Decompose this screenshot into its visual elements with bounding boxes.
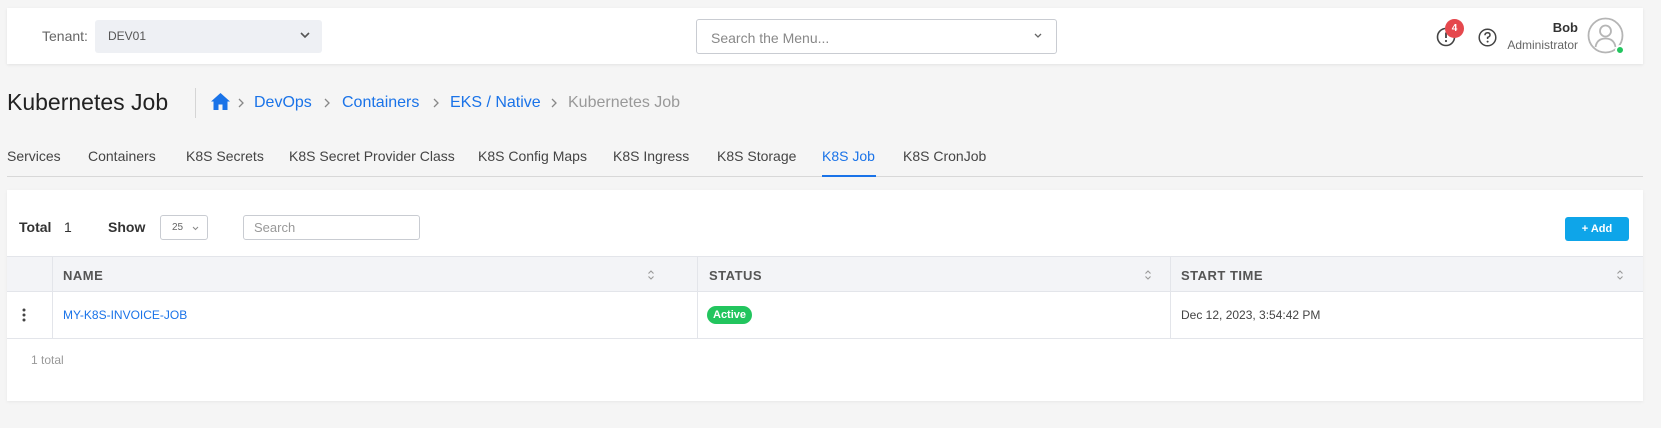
page-size-value: 25	[172, 222, 184, 233]
breadcrumb-current: Kubernetes Job	[568, 94, 681, 111]
tenant-select[interactable]: DEV01	[95, 20, 322, 53]
column-header-start-time[interactable]: START TIME	[1181, 268, 1263, 283]
chevron-right-icon	[238, 98, 244, 108]
total-label: Total	[19, 219, 52, 235]
home-icon[interactable]	[210, 92, 231, 111]
show-label: Show	[108, 219, 146, 235]
tab-k8s-config-maps[interactable]: K8S Config Maps	[478, 148, 587, 164]
active-tab-indicator	[822, 175, 876, 177]
page-title: Kubernetes Job	[7, 89, 169, 115]
tab-k8s-storage[interactable]: K8S Storage	[717, 148, 796, 164]
tab-k8s-job[interactable]: K8S Job	[822, 148, 875, 164]
more-actions-icon[interactable]	[22, 308, 26, 322]
help-icon[interactable]	[1477, 27, 1498, 48]
job-name-link[interactable]: MY-K8S-INVOICE-JOB	[63, 308, 187, 322]
tab-k8s-secret-provider-class[interactable]: K8S Secret Provider Class	[289, 148, 455, 164]
menu-search-select[interactable]: Search the Menu...	[696, 19, 1057, 54]
column-header-name[interactable]: NAME	[63, 268, 103, 283]
job-list-card: Total 1 Show 25 + Add NAME STATUS START …	[7, 190, 1643, 401]
alert-count-badge: 4	[1445, 19, 1464, 38]
tenant-value: DEV01	[108, 29, 147, 43]
tab-k8s-ingress[interactable]: K8S Ingress	[613, 148, 689, 164]
tenant-label: Tenant:	[42, 28, 88, 44]
chevron-right-icon	[551, 98, 557, 108]
page-size-select[interactable]: 25	[160, 215, 208, 240]
menu-search-placeholder: Search the Menu...	[711, 30, 830, 46]
user-name: Bob	[1552, 20, 1578, 35]
table-search-input[interactable]	[243, 215, 420, 240]
table-header: NAME STATUS START TIME	[7, 256, 1643, 292]
tab-containers[interactable]: Containers	[88, 148, 156, 164]
chevron-right-icon	[324, 98, 330, 108]
tab-k8s-cronjob[interactable]: K8S CronJob	[903, 148, 986, 164]
top-header-bar: Tenant: DEV01 Search the Menu... 4 Bob A…	[7, 8, 1643, 64]
table-footer-total: 1 total	[31, 353, 64, 367]
start-time-value: Dec 12, 2023, 3:54:42 PM	[1181, 308, 1321, 322]
chevron-down-icon	[192, 226, 199, 231]
add-button[interactable]: + Add	[1565, 217, 1629, 241]
chevron-down-icon	[1034, 33, 1042, 38]
breadcrumb-eks-native[interactable]: EKS / Native	[450, 94, 541, 112]
tab-k8s-secrets[interactable]: K8S Secrets	[186, 148, 264, 164]
breadcrumb-devops[interactable]: DevOps	[254, 94, 312, 112]
sort-icon[interactable]	[647, 269, 655, 281]
status-badge: Active	[707, 306, 753, 324]
title-divider	[195, 88, 196, 118]
breadcrumb-containers[interactable]: Containers	[342, 94, 419, 112]
chevron-right-icon	[433, 98, 439, 108]
chevron-down-icon	[300, 32, 310, 39]
tab-services[interactable]: Services	[7, 148, 61, 164]
sort-icon[interactable]	[1616, 269, 1624, 281]
column-header-status[interactable]: STATUS	[709, 268, 762, 283]
user-role: Administrator	[1507, 38, 1578, 52]
total-count: 1	[64, 219, 72, 235]
online-status-dot	[1615, 45, 1625, 55]
sort-icon[interactable]	[1144, 269, 1152, 281]
table-row: MY-K8S-INVOICE-JOB Active Dec 12, 2023, …	[7, 292, 1643, 339]
